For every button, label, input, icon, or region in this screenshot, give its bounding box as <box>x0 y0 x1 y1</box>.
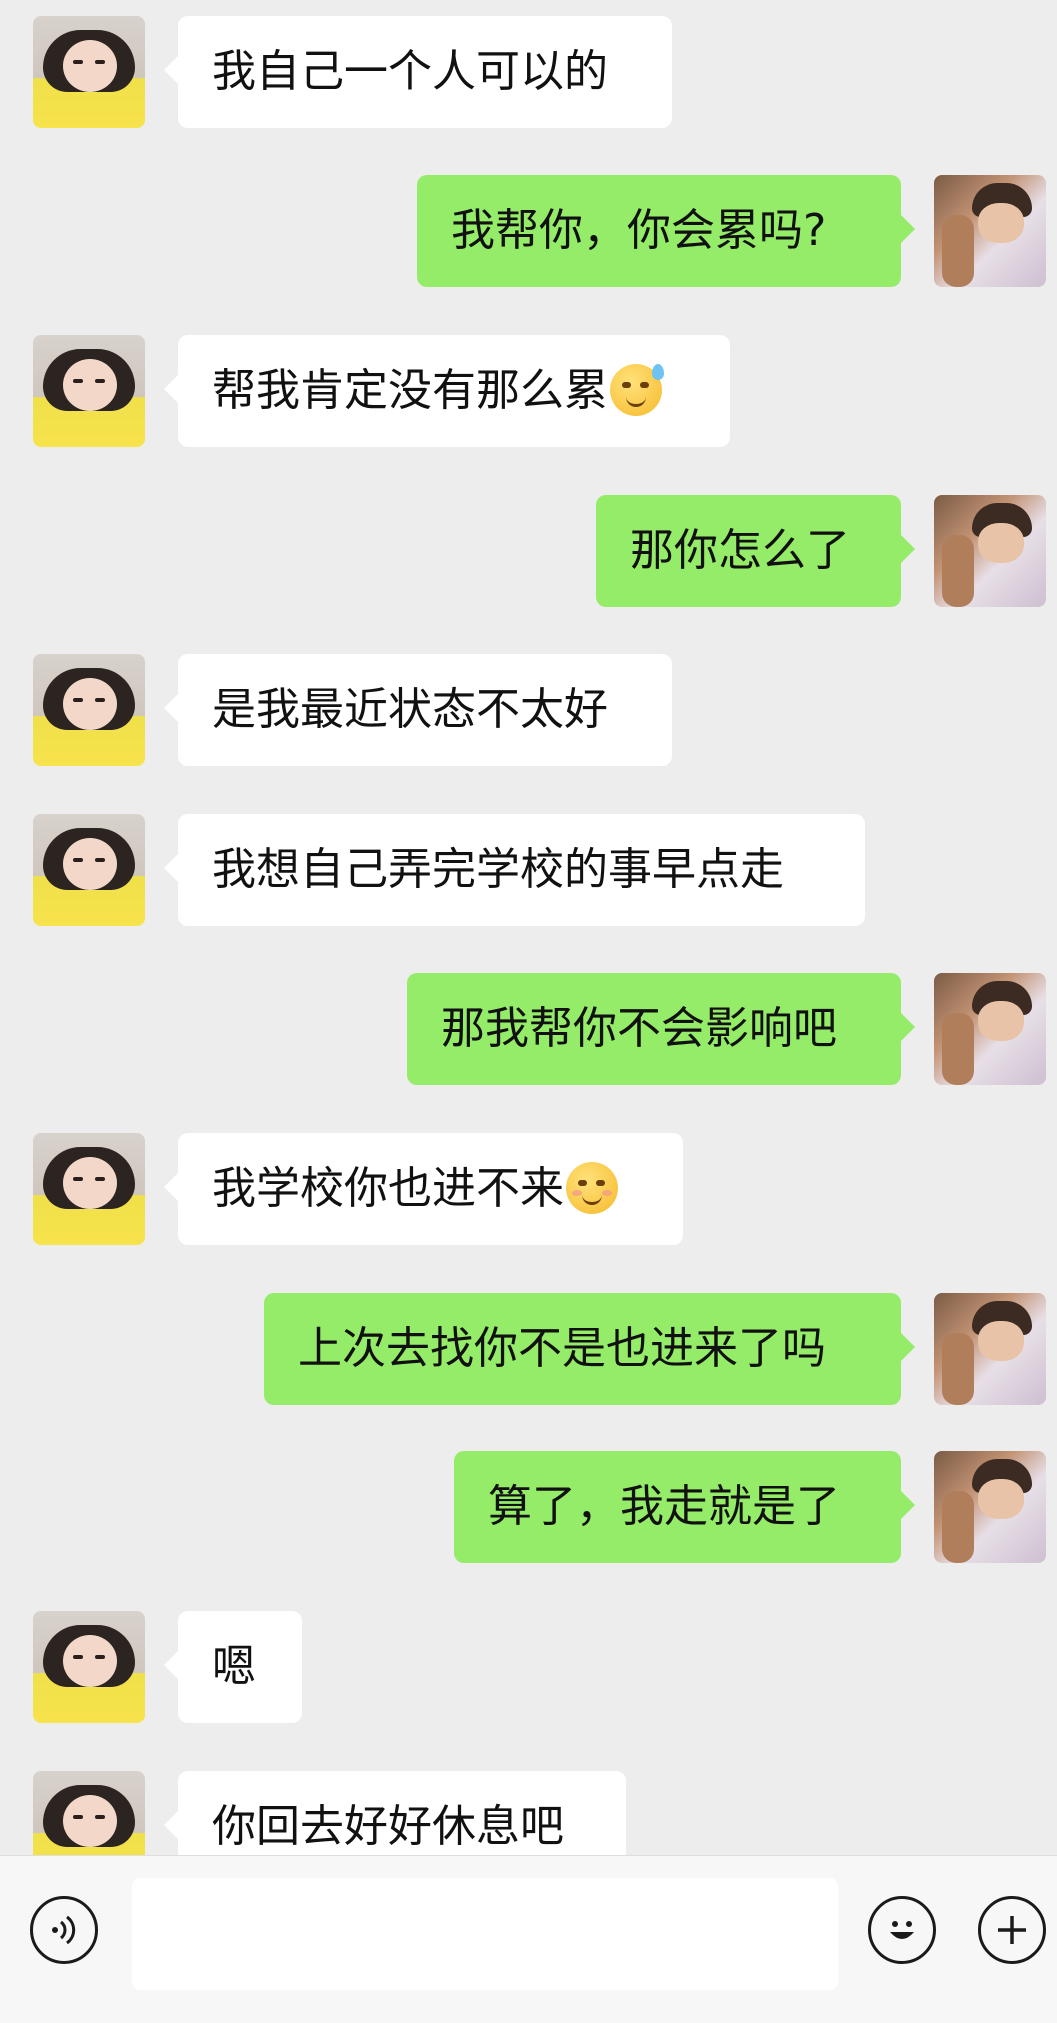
message-row: 那你怎么了 <box>0 495 1057 607</box>
plus-button[interactable] <box>978 1896 1046 1964</box>
emoji-icon <box>880 1908 924 1952</box>
message-row: 帮我肯定没有那么累 <box>0 335 1057 447</box>
message-text: 那你怎么了 <box>630 525 850 576</box>
incoming-message[interactable]: 我学校你也进不来 <box>164 1133 683 1245</box>
contact-avatar[interactable] <box>33 16 145 128</box>
sweat-smile-emoji-icon <box>610 364 664 416</box>
message-row: 嗯 <box>0 1611 1057 1723</box>
incoming-message[interactable]: 帮我肯定没有那么累 <box>164 335 730 447</box>
message-text: 我帮你，你会累吗? <box>451 205 827 256</box>
voice-icon <box>45 1911 83 1949</box>
message-text: 嗯 <box>212 1641 256 1692</box>
my-avatar[interactable] <box>934 495 1046 607</box>
message-text: 你回去好好休息吧 <box>212 1801 564 1852</box>
contact-avatar[interactable] <box>33 814 145 926</box>
message-row: 那我帮你不会影响吧 <box>0 973 1057 1085</box>
message-text: 那我帮你不会影响吧 <box>441 1003 837 1054</box>
outgoing-message[interactable]: 那你怎么了 <box>596 495 915 607</box>
message-row: 你回去好好休息吧 <box>0 1771 1057 1855</box>
message-row: 上次去找你不是也进来了吗 <box>0 1293 1057 1405</box>
contact-avatar[interactable] <box>33 654 145 766</box>
message-row: 我自己一个人可以的 <box>0 16 1057 128</box>
message-text: 我学校你也进不来 <box>212 1163 564 1214</box>
outgoing-message[interactable]: 那我帮你不会影响吧 <box>407 973 915 1085</box>
message-row: 我帮你，你会累吗? <box>0 175 1057 287</box>
outgoing-message[interactable]: 算了，我走就是了 <box>454 1451 915 1563</box>
incoming-message[interactable]: 我想自己弄完学校的事早点走 <box>164 814 865 926</box>
message-row: 我学校你也进不来 <box>0 1133 1057 1245</box>
message-text: 是我最近状态不太好 <box>212 684 608 735</box>
plus-icon <box>992 1910 1032 1950</box>
contact-avatar[interactable] <box>33 1133 145 1245</box>
message-text: 上次去找你不是也进来了吗 <box>298 1323 826 1374</box>
voice-button[interactable] <box>30 1896 98 1964</box>
message-row: 是我最近状态不太好 <box>0 654 1057 766</box>
emoji-button[interactable] <box>868 1896 936 1964</box>
message-row: 算了，我走就是了 <box>0 1451 1057 1563</box>
message-row: 我想自己弄完学校的事早点走 <box>0 814 1057 926</box>
incoming-message[interactable]: 是我最近状态不太好 <box>164 654 672 766</box>
my-avatar[interactable] <box>934 1293 1046 1405</box>
message-text: 算了，我走就是了 <box>488 1481 840 1532</box>
my-avatar[interactable] <box>934 175 1046 287</box>
outgoing-message[interactable]: 我帮你，你会累吗? <box>417 175 915 287</box>
message-text: 我自己一个人可以的 <box>212 46 608 97</box>
my-avatar[interactable] <box>934 973 1046 1085</box>
incoming-message[interactable]: 嗯 <box>164 1611 302 1723</box>
message-text: 我想自己弄完学校的事早点走 <box>212 844 784 895</box>
contact-avatar[interactable] <box>33 1611 145 1723</box>
chat-area[interactable]: 我自己一个人可以的 我帮你，你会累吗? 帮我肯定没有那么累 那你怎么了 是我最近… <box>0 0 1057 1855</box>
contact-avatar[interactable] <box>33 335 145 447</box>
blush-smile-emoji-icon <box>566 1162 618 1214</box>
my-avatar[interactable] <box>934 1451 1046 1563</box>
outgoing-message[interactable]: 上次去找你不是也进来了吗 <box>264 1293 915 1405</box>
input-bar <box>0 1855 1057 2023</box>
incoming-message[interactable]: 你回去好好休息吧 <box>164 1771 626 1855</box>
message-input[interactable] <box>132 1878 838 1990</box>
incoming-message[interactable]: 我自己一个人可以的 <box>164 16 672 128</box>
contact-avatar[interactable] <box>33 1771 145 1855</box>
message-text: 帮我肯定没有那么累 <box>212 365 608 416</box>
